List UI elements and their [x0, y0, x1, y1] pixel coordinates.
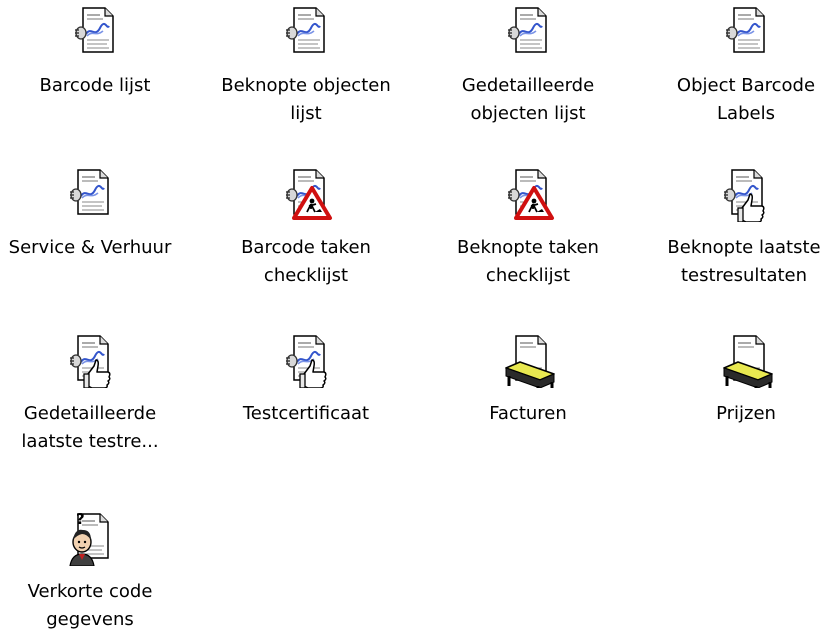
report-item-service-verhuur[interactable]: Service & Verhuur [0, 166, 190, 316]
report-item-label: Service & Verhuur [8, 237, 172, 258]
report-item-label: Beknopte laatste testresultaten [667, 237, 821, 286]
report-item-label: Beknopte taken checklijst [457, 237, 599, 286]
report-item-beknopte-taken-checklijst[interactable]: Beknopte taken checklijst [428, 166, 628, 316]
report-item-verkorte-code-gegevens[interactable]: Verkorte code gegevens [0, 510, 190, 635]
report-roadwork-warning-icon [285, 169, 332, 220]
report-thumbs-up-icon [723, 169, 765, 222]
report-item-label: Verkorte code gegevens [27, 581, 153, 630]
report-item-gedetailleerde-objecten-lijst[interactable]: Gedetailleerde objecten lijst [428, 4, 628, 154]
report-item-label: Object Barcode Labels [676, 75, 816, 124]
report-item-label: Barcode taken checklijst [241, 237, 371, 286]
report-item-barcode-taken-checklijst[interactable]: Barcode taken checklijst [206, 166, 406, 316]
report-item-facturen[interactable]: Facturen [428, 332, 628, 482]
report-item-beknopte-objecten-lijst[interactable]: Beknopte objecten lijst [206, 4, 406, 154]
report-item-prijzen[interactable]: Prijzen [646, 332, 834, 482]
report-item-testcertificaat[interactable]: Testcertificaat [206, 332, 406, 482]
report-icon-view: Barcode lijst Beknopte objecten lijst Ge… [0, 0, 834, 635]
report-item-object-barcode-labels[interactable]: Object Barcode Labels [646, 4, 834, 154]
report-item-label: Facturen [489, 403, 567, 424]
report-barcode-icon [74, 7, 114, 53]
report-barcode-icon [507, 7, 547, 53]
report-barcode-icon [285, 7, 325, 53]
report-barcode-icon [69, 169, 109, 215]
report-table-icon [722, 335, 774, 388]
report-item-beknopte-laatste-testresultaten[interactable]: Beknopte laatste testresultaten [644, 166, 834, 316]
report-person-question-icon [69, 510, 109, 566]
report-item-barcode-lijst[interactable]: Barcode lijst [0, 4, 195, 154]
report-item-label: Gedetailleerde objecten lijst [461, 75, 595, 124]
report-thumbs-up-icon [69, 335, 111, 388]
report-item-label: Testcertificaat [242, 403, 370, 424]
report-item-label: Barcode lijst [39, 75, 151, 96]
report-table-icon [504, 335, 556, 388]
report-roadwork-warning-icon [507, 169, 554, 220]
report-thumbs-up-icon [285, 335, 327, 388]
report-item-gedetailleerde-laatste-testre[interactable]: Gedetailleerde laatste testre... [0, 332, 190, 482]
report-item-label: Beknopte objecten lijst [221, 75, 391, 124]
report-item-label: Gedetailleerde laatste testre... [21, 403, 159, 452]
report-item-label: Prijzen [716, 403, 776, 424]
report-barcode-icon [725, 7, 765, 53]
